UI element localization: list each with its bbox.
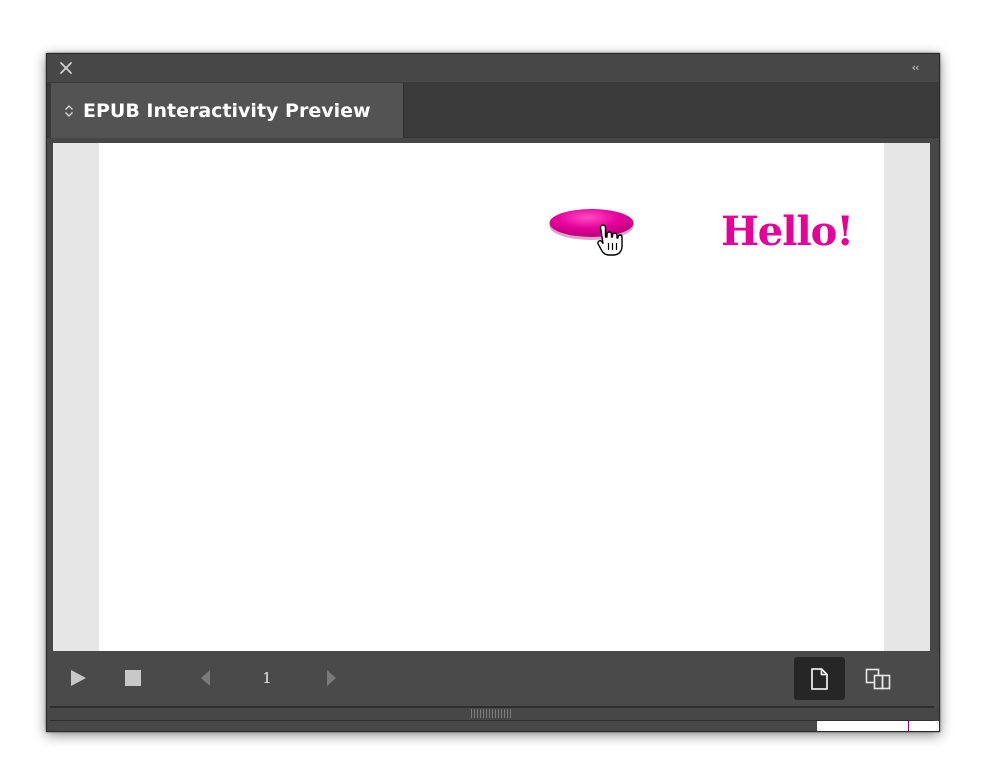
- tab-epub-interactivity-preview[interactable]: EPUB Interactivity Preview: [51, 83, 404, 138]
- footer-guide-line: [908, 721, 909, 731]
- collapse-panel-button[interactable]: ‹‹: [905, 60, 925, 76]
- footer-divider: [50, 706, 934, 708]
- preview-viewer: Hello!: [53, 143, 930, 651]
- panel-footer: [47, 706, 939, 731]
- playback-controls: 1: [47, 651, 939, 706]
- panel-titlebar: ‹‹: [47, 54, 939, 83]
- tab-title: EPUB Interactivity Preview: [83, 99, 371, 122]
- page-number: 1: [262, 669, 272, 687]
- spread-pages-icon: [865, 668, 891, 690]
- single-page-view-button[interactable]: [794, 657, 845, 700]
- hello-text: Hello!: [721, 208, 854, 255]
- play-icon[interactable]: [69, 669, 87, 687]
- epub-preview-panel: ‹‹ EPUB Interactivity Preview Hello! 1: [46, 53, 940, 732]
- resize-grip[interactable]: [471, 709, 511, 718]
- close-icon[interactable]: [57, 59, 75, 77]
- single-page-icon: [811, 668, 828, 690]
- preview-page: Hello!: [99, 143, 884, 651]
- previous-page-icon[interactable]: [199, 669, 213, 687]
- spread-view-button[interactable]: [853, 657, 901, 700]
- tab-strip: EPUB Interactivity Preview: [47, 83, 939, 138]
- footer-background-page: [817, 721, 939, 731]
- up-down-chevron-icon[interactable]: [63, 103, 75, 119]
- stop-icon[interactable]: [124, 669, 142, 687]
- hand-pointer-icon: [596, 223, 624, 257]
- footer-divider-lower: [50, 720, 934, 721]
- next-page-icon[interactable]: [324, 669, 338, 687]
